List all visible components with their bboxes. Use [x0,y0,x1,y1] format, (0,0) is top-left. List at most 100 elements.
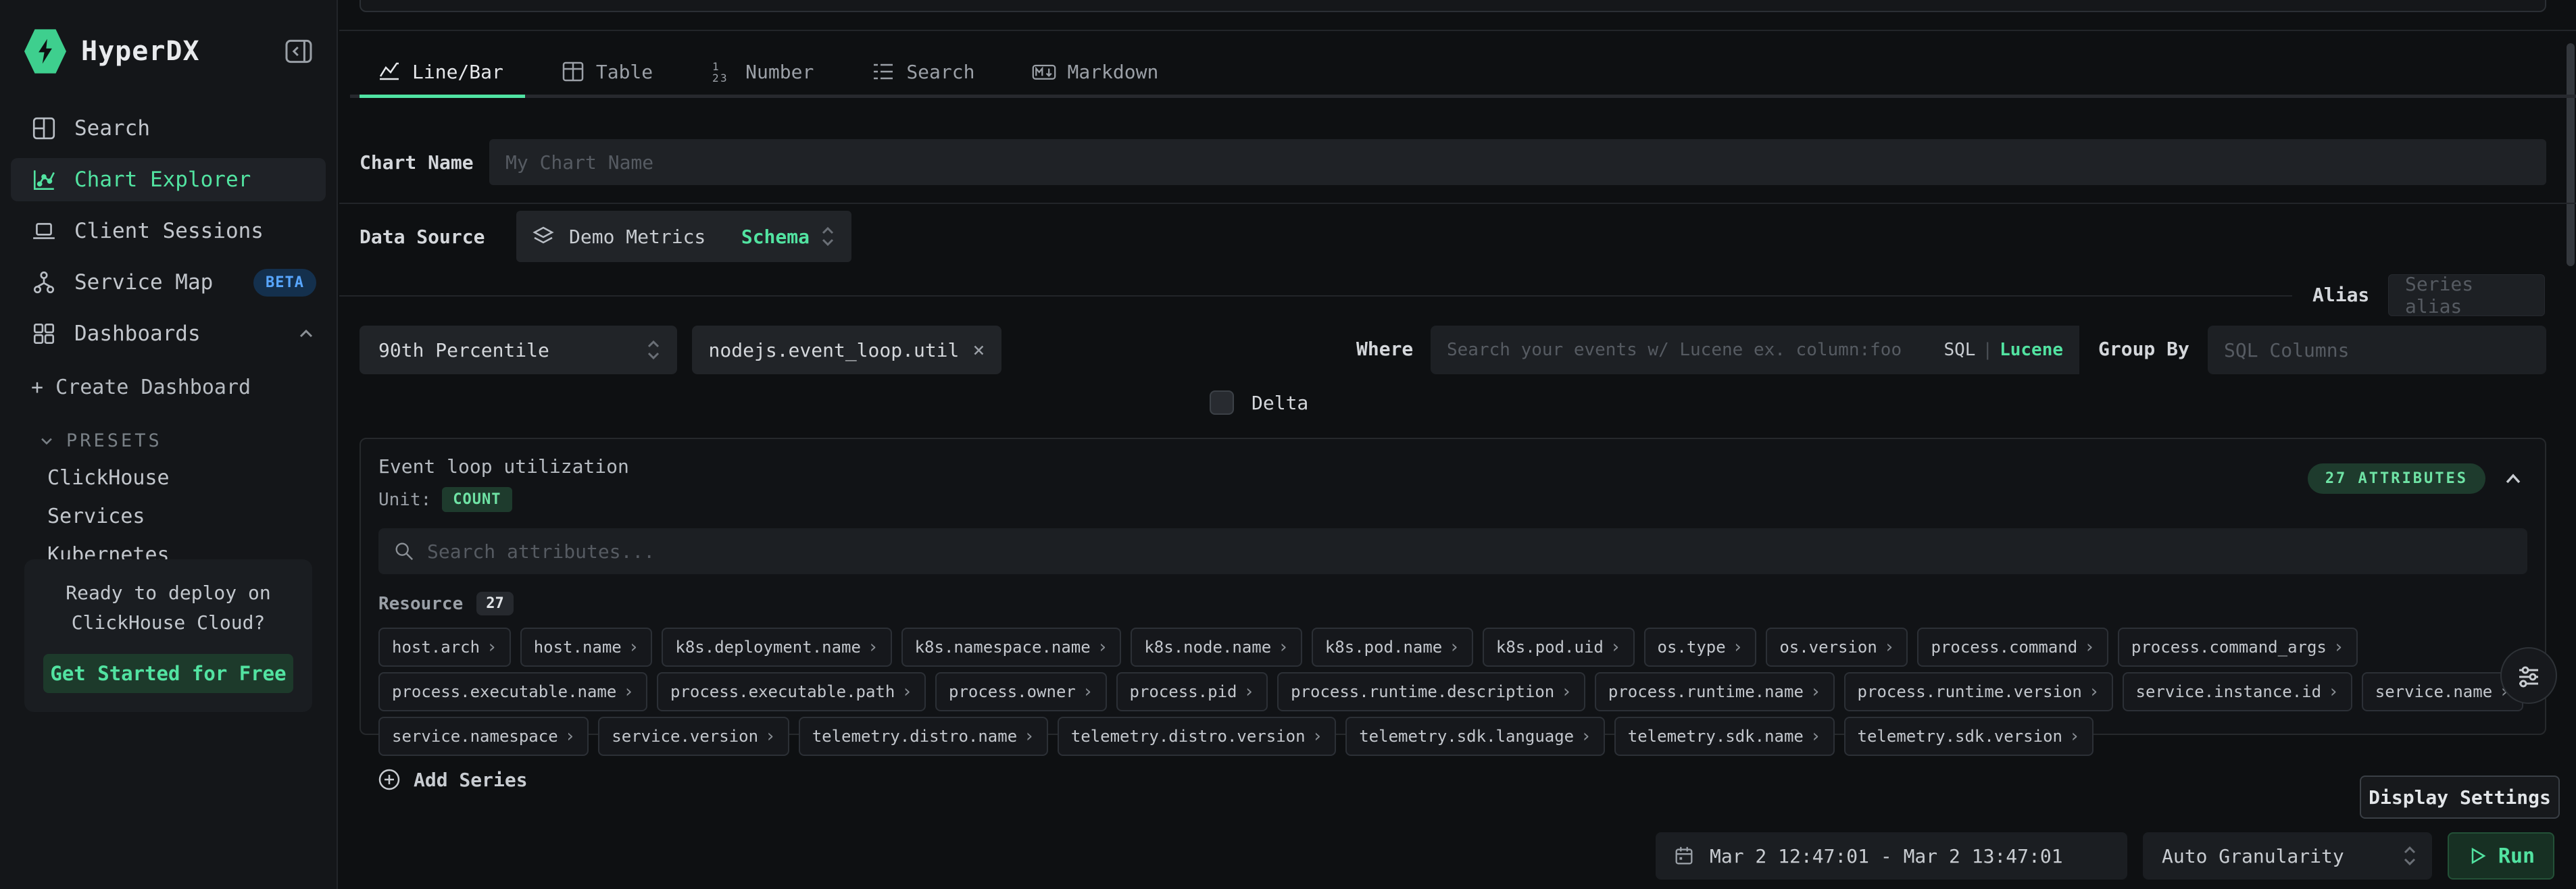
attribute-chip[interactable]: process.command › [1917,628,2108,667]
top-divider [339,30,2576,31]
sidebar-item-client-sessions[interactable]: Client Sessions [11,209,326,253]
chevron-up-icon[interactable] [2502,467,2525,490]
attribute-chip[interactable]: host.name › [520,628,653,667]
attribute-chip[interactable]: k8s.deployment.name › [662,628,891,667]
chevron-up-icon[interactable] [296,324,316,344]
attribute-chip[interactable]: os.version › [1766,628,1908,667]
unit-value-badge: COUNT [442,487,512,512]
tab-markdown[interactable]: Markdown [1032,53,1158,91]
chevron-right-icon: › [868,637,878,657]
chevron-right-icon: › [1312,726,1323,746]
group-by-input[interactable]: SQL Columns [2208,326,2546,374]
chart-name-placeholder: My Chart Name [505,151,653,174]
chevron-right-icon: › [487,637,497,657]
attribute-chip-label: service.instance.id [2136,682,2322,701]
attribute-chip[interactable]: k8s.pod.name › [1312,628,1473,667]
query-language-toggle[interactable]: SQL|Lucene [1943,340,2063,360]
run-button[interactable]: Run [2448,832,2554,880]
data-source-select[interactable]: Demo Metrics Schema [516,211,851,262]
granularity-value: Auto Granularity [2162,845,2344,867]
number-123-icon: 123 [710,59,735,84]
preset-item[interactable]: Services [47,505,337,528]
alias-input[interactable]: Series alias [2388,274,2545,316]
metric-chip[interactable]: nodejs.event_loop.util × [692,326,1001,374]
attribute-chip[interactable]: telemetry.sdk.version › [1844,717,2094,756]
granularity-select[interactable]: Auto Granularity [2143,832,2432,880]
display-settings-button[interactable]: Display Settings [2360,776,2560,819]
aggregation-select[interactable]: 90th Percentile [360,326,677,374]
attribute-chip[interactable]: service.namespace › [378,717,589,756]
tab-line-bar[interactable]: Line/Bar [377,53,503,91]
add-series-button[interactable]: Add Series [377,767,528,792]
unit-label: Unit: [378,490,431,510]
attribute-chip[interactable]: os.type › [1644,628,1757,667]
logo-row: HyperDX [0,0,337,74]
tab-label: Table [596,61,653,83]
attribute-chip[interactable]: k8s.namespace.name › [901,628,1122,667]
attribute-chip-label: process.runtime.name [1608,682,1804,701]
chevron-down-icon [38,432,55,450]
attribute-chip[interactable]: process.runtime.description › [1277,672,1585,711]
attribute-chip[interactable]: service.name › [2362,672,2523,711]
metric-attributes-panel: Event loop utilization Unit: COUNT 27 AT… [360,438,2546,735]
resource-group-count: 27 [476,592,514,615]
attribute-chip[interactable]: process.owner › [935,672,1107,711]
alias-placeholder: Series alias [2405,273,2528,318]
attribute-chip[interactable]: k8s.pod.uid › [1483,628,1635,667]
where-search-input[interactable]: Search your events w/ Lucene ex. column:… [1431,326,2079,374]
attribute-chip[interactable]: process.executable.path › [657,672,926,711]
sql-option[interactable]: SQL [1943,340,1975,360]
presets-header[interactable]: PRESETS [38,430,337,451]
sidebar-item-search[interactable]: Search [11,107,326,150]
tab-label: Markdown [1067,61,1158,83]
table-icon [561,59,585,84]
attribute-chip-label: service.name [2375,682,2492,701]
attribute-chip[interactable]: process.runtime.version › [1844,672,2113,711]
chevron-right-icon: › [1083,682,1093,702]
sidebar-item-dashboards[interactable]: Dashboards [11,312,326,355]
attribute-chip[interactable]: k8s.node.name › [1131,628,1302,667]
attribute-chip-label: service.version [612,727,758,746]
attribute-chip[interactable]: telemetry.distro.name › [799,717,1048,756]
chart-scatter-icon [31,167,57,193]
tab-number[interactable]: 123 Number [710,53,814,91]
lucene-option[interactable]: Lucene [2000,340,2063,360]
tab-search[interactable]: Search [871,53,974,91]
attribute-chip[interactable]: telemetry.sdk.name › [1614,717,1835,756]
attribute-chip-label: os.version [1779,638,1877,657]
remove-metric-icon[interactable]: × [972,338,985,362]
attribute-chip-label: k8s.node.name [1144,638,1271,657]
preset-item[interactable]: ClickHouse [47,466,337,490]
attribute-chip[interactable]: service.version › [598,717,789,756]
scrollbar-thumb[interactable] [2567,43,2575,266]
section-divider [339,203,2576,204]
run-label: Run [2498,844,2535,868]
sidebar-item-chart-explorer[interactable]: Chart Explorer [11,158,326,201]
sidebar-item-label: Dashboards [74,322,201,346]
clickhouse-promo-card: Ready to deploy on ClickHouse Cloud? Get… [24,559,312,712]
attribute-chip[interactable]: telemetry.sdk.language › [1345,717,1605,756]
plus-circle-icon [377,767,401,792]
resource-group-label: Resource [378,594,463,614]
attribute-chip[interactable]: process.command_args › [2118,628,2358,667]
sidebar-item-service-map[interactable]: Service Map BETA [11,261,326,304]
attribute-chip[interactable]: service.instance.id › [2123,672,2352,711]
sidebar-collapse-icon[interactable] [282,35,315,68]
attribute-chip[interactable]: process.runtime.name › [1595,672,1835,711]
chart-name-input[interactable]: My Chart Name [489,139,2546,185]
floating-action-button[interactable] [2500,647,2557,704]
delta-checkbox[interactable] [1210,390,1234,415]
schema-link[interactable]: Schema [741,226,810,248]
chevron-right-icon: › [765,726,776,746]
get-started-button[interactable]: Get Started for Free [43,654,293,693]
date-range-picker[interactable]: Mar 2 12:47:01 - Mar 2 13:47:01 [1656,832,2127,880]
attribute-chip[interactable]: host.arch › [378,628,511,667]
create-dashboard-button[interactable]: + Create Dashboard [31,376,337,399]
tab-label: Line/Bar [412,61,503,83]
attribute-chip[interactable]: process.pid › [1116,672,1268,711]
attribute-search-input[interactable]: Search attributes... [378,528,2527,574]
attribute-chip[interactable]: process.executable.name › [378,672,647,711]
select-chevrons-icon [819,223,837,250]
tab-table[interactable]: Table [561,53,653,91]
attribute-chip[interactable]: telemetry.distro.version › [1058,717,1336,756]
